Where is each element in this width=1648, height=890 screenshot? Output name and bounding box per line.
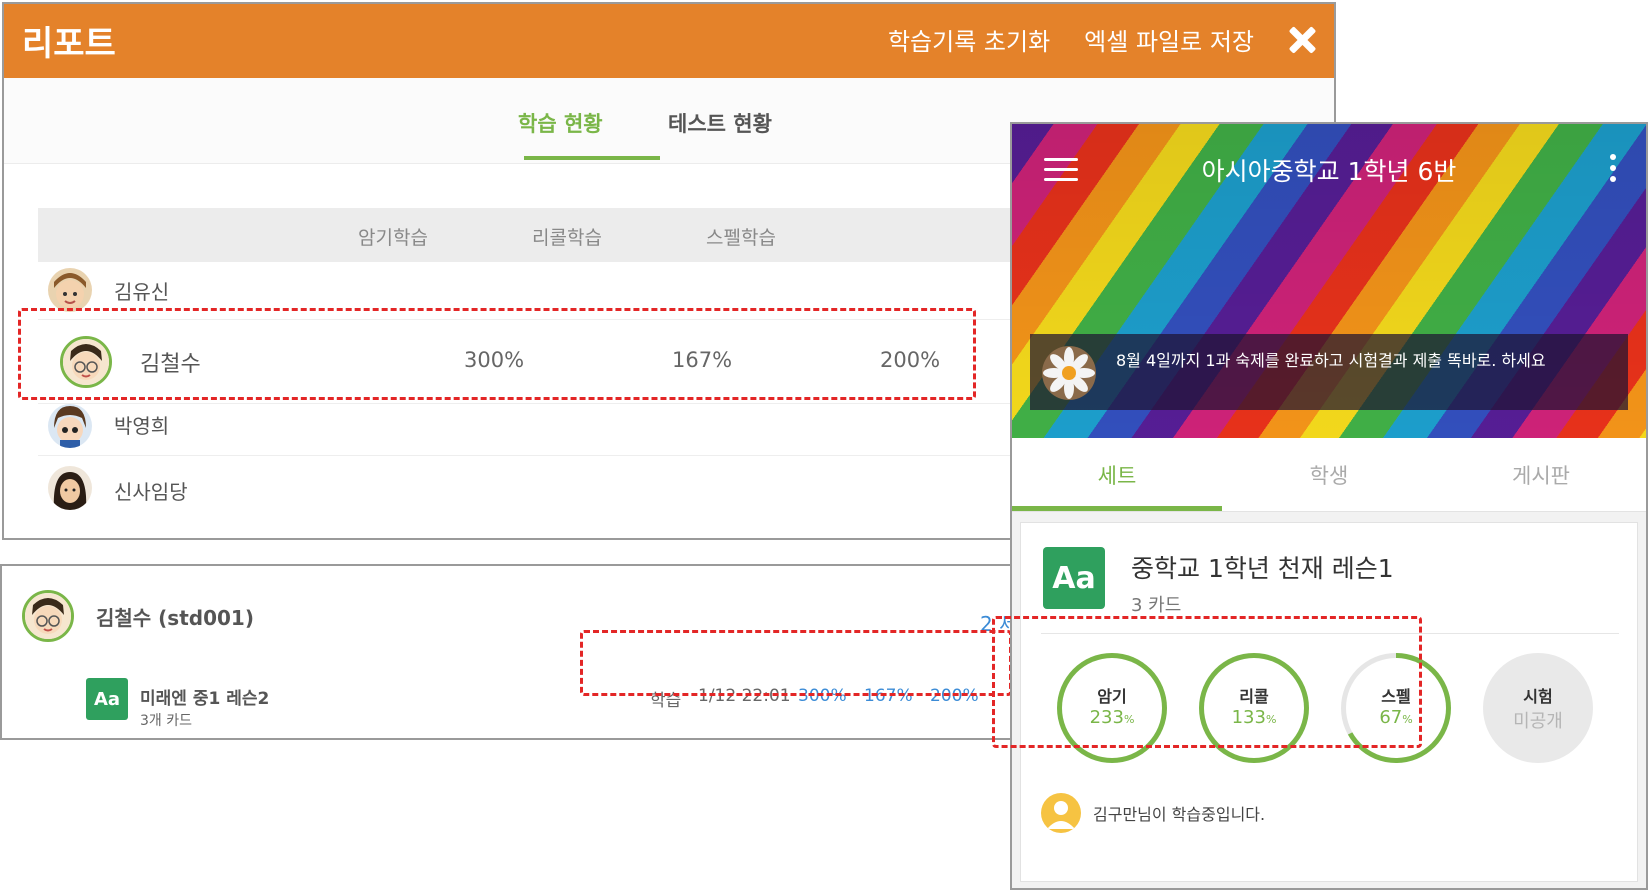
mode-rate: 133% <box>1231 707 1277 728</box>
student-name: 김유신 <box>114 280 170 304</box>
set-card[interactable]: Aa 중학교 1학년 천재 레슨1 3 카드 암기 233% 리콜 133% 스… <box>1020 522 1638 882</box>
tab-learning-status[interactable]: 학습 현황 <box>518 108 603 138</box>
student-name: 김철수 <box>140 352 201 377</box>
active-tab-indicator <box>524 156 660 160</box>
detail-set-title[interactable]: 미래엔 중1 레슨2 <box>140 684 269 709</box>
divider <box>1041 633 1619 634</box>
log-recall-rate: 167% <box>864 686 913 706</box>
class-tabs: 세트 학생 게시판 <box>1012 438 1646 512</box>
column-recall: 리콜학습 <box>532 227 602 249</box>
report-header: 리포트 학습기록 초기화 엑셀 파일로 저장 <box>4 4 1334 78</box>
column-memorize: 암기학습 <box>358 227 428 249</box>
set-count-link[interactable]: 2 세 <box>980 608 1010 637</box>
set-badge-icon: Aa <box>1043 547 1105 609</box>
spell-mode-button[interactable]: 스펠 67% <box>1341 653 1451 763</box>
student-avatar <box>22 590 74 642</box>
set-title: 중학교 1학년 천재 레슨1 <box>1131 554 1394 583</box>
teacher-avatar <box>1042 346 1096 400</box>
log-memorize-rate: 300% <box>798 686 847 706</box>
mode-status: 미공개 <box>1513 711 1563 732</box>
mode-label: 리콜 <box>1239 687 1269 706</box>
student-avatar <box>48 268 92 312</box>
student-detail-panel: 김철수 (std001) 2 세 Aa 미래엔 중1 레슨2 3개 카드 학습 … <box>0 564 1012 740</box>
report-title: 리포트 <box>22 24 116 64</box>
set-badge-icon: Aa <box>86 678 128 720</box>
mode-rate: 67% <box>1379 707 1413 728</box>
memorize-rate: 300% <box>464 348 525 372</box>
more-options-icon[interactable] <box>1608 154 1618 184</box>
memorize-mode-button[interactable]: 암기 233% <box>1057 653 1167 763</box>
recall-mode-button[interactable]: 리콜 133% <box>1199 653 1309 763</box>
detail-set-cards: 3개 카드 <box>140 713 192 729</box>
mode-rate: 233% <box>1089 707 1135 728</box>
log-type: 학습 <box>650 691 682 711</box>
studying-text: 김구만님이 학습중입니다. <box>1093 805 1266 824</box>
reset-history-button[interactable]: 학습기록 초기화 <box>888 22 1050 57</box>
spell-rate: 200% <box>880 348 941 372</box>
detail-student-name: 김철수 (std001) <box>96 606 254 630</box>
tab-sets[interactable]: 세트 <box>1012 460 1222 490</box>
student-avatar <box>48 404 92 448</box>
class-notice[interactable]: 8월 4일까지 1과 숙제를 완료하고 시험결과 제출 똑바로. 하세요 <box>1030 334 1628 410</box>
student-avatar <box>60 336 112 388</box>
studying-status: 김구만님이 학습중입니다. <box>1041 793 1265 833</box>
column-spell: 스펠학습 <box>706 227 776 249</box>
mode-label: 암기 <box>1097 687 1127 706</box>
log-spell-rate: 200% <box>930 686 979 706</box>
student-avatar <box>48 466 92 510</box>
mode-label: 시험 <box>1523 687 1553 706</box>
tab-board[interactable]: 게시판 <box>1436 460 1646 490</box>
active-tab-indicator <box>1012 506 1222 511</box>
close-icon[interactable] <box>1288 26 1316 54</box>
report-actions: 학습기록 초기화 엑셀 파일로 저장 <box>888 22 1316 57</box>
log-date: 1/12 22:01 <box>698 686 791 706</box>
tab-students[interactable]: 학생 <box>1224 460 1434 490</box>
mobile-class-screen: 아시아중학교 1학년 6반 8월 4일까지 1과 숙제를 완료하고 시험결과 제… <box>1010 122 1648 890</box>
tab-test-status[interactable]: 테스트 현황 <box>668 108 772 138</box>
set-card-count: 3 카드 <box>1131 595 1182 616</box>
export-excel-button[interactable]: 엑셀 파일로 저장 <box>1084 22 1254 57</box>
mode-label: 스펠 <box>1381 687 1411 706</box>
student-name: 박영희 <box>114 414 170 438</box>
test-mode-button[interactable]: 시험 미공개 <box>1483 653 1593 763</box>
user-avatar-icon <box>1041 793 1081 833</box>
notice-text: 8월 4일까지 1과 숙제를 완료하고 시험결과 제출 똑바로. 하세요 <box>1116 351 1546 370</box>
class-title: 아시아중학교 1학년 6반 <box>1201 157 1457 186</box>
student-name: 신사임당 <box>114 480 188 504</box>
recall-rate: 167% <box>672 348 733 372</box>
